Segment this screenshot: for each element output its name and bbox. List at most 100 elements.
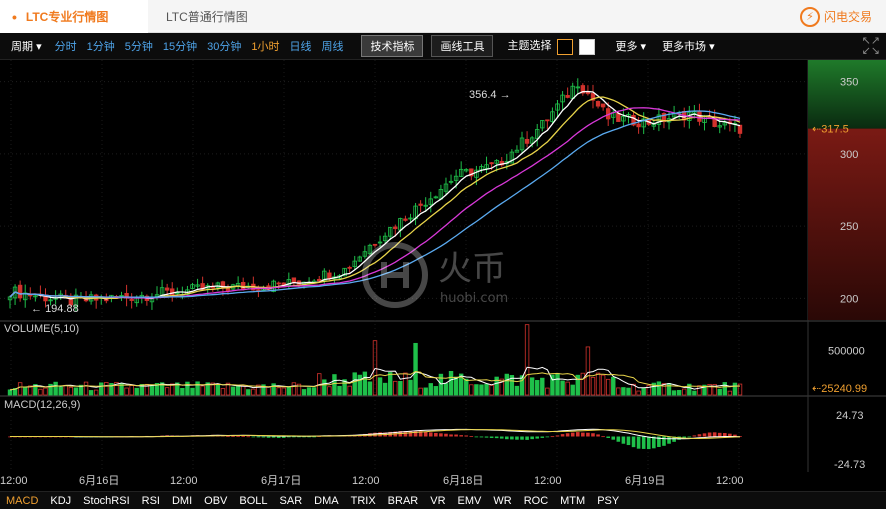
macd-bar (717, 432, 722, 437)
indicator-emv[interactable]: EMV (458, 495, 482, 507)
volume-bar (322, 379, 327, 396)
high-price-value: 356.4 (469, 89, 497, 101)
macd-bar (489, 436, 494, 438)
time-weekly[interactable]: 周线 (321, 38, 343, 54)
more-dropdown[interactable]: 更多 ▾ (615, 38, 646, 54)
theme-dark-swatch[interactable] (557, 38, 574, 55)
indicator-boll[interactable]: BOLL (239, 495, 267, 507)
period-dropdown[interactable]: 周期 ▾ (11, 38, 42, 54)
indicator-trix[interactable]: TRIX (351, 495, 376, 507)
indicator-dmi[interactable]: DMI (172, 495, 192, 507)
indicator-sar[interactable]: SAR (280, 495, 303, 507)
indicator-dma[interactable]: DMA (314, 495, 338, 507)
indicator-rsi[interactable]: RSI (142, 495, 160, 507)
time-15min[interactable]: 15分钟 (163, 38, 197, 54)
candle-body (240, 281, 246, 290)
indicator-psy[interactable]: PSY (597, 495, 619, 507)
volume-bar (311, 387, 317, 396)
macd-bar (444, 433, 448, 437)
macd-bar (581, 432, 585, 437)
macd-bar (484, 436, 489, 438)
volume-bar (337, 385, 342, 396)
volume-bar (413, 342, 418, 396)
volume-bar (656, 381, 662, 396)
volume-bar (464, 378, 469, 396)
macd-bar (631, 436, 636, 448)
indicator-mtm[interactable]: MTM (560, 495, 585, 507)
theme-light-swatch[interactable] (579, 38, 596, 55)
macd-bar (611, 436, 616, 440)
indicator-stochrsi[interactable]: StochRSI (83, 495, 129, 507)
candle-body (418, 203, 423, 206)
indicator-macd[interactable]: MACD (6, 495, 38, 507)
candle-body (545, 119, 550, 122)
volume-bar (570, 384, 575, 396)
time-1min[interactable]: 1分钟 (87, 38, 115, 54)
macd-bar (692, 435, 697, 437)
tab-pro-chart[interactable]: • LTC专业行情图 (0, 0, 148, 33)
volume-bar (286, 386, 292, 396)
drawing-tools-button[interactable]: 画线工具 (431, 35, 494, 57)
volume-bar (621, 387, 626, 396)
volume-bar (88, 390, 94, 396)
current-price-label: ⇠317.5 (812, 124, 849, 136)
time-axis-label: 12:00 (534, 475, 562, 487)
macd-bar (266, 436, 271, 438)
indicator-vr[interactable]: VR (430, 495, 445, 507)
kline-chart[interactable]: VOLUME(5,10) MACD(12,26,9) 356.4 → ← 194… (0, 60, 886, 491)
arrow-left-icon: ← (31, 303, 45, 315)
macd-bar (555, 435, 560, 437)
volume-bar (540, 377, 545, 396)
macd-bar (687, 436, 692, 438)
macd-bar (641, 436, 646, 449)
volume-bar (560, 380, 565, 396)
volume-bar (99, 382, 104, 396)
tech-indicator-button[interactable]: 技术指标 (361, 35, 424, 57)
time-30min[interactable]: 30分钟 (207, 38, 241, 54)
macd-bar (616, 436, 621, 442)
more-markets-dropdown[interactable]: 更多市场 ▾ (662, 38, 715, 54)
volume-bar (367, 381, 373, 396)
time-5min[interactable]: 5分钟 (125, 38, 153, 54)
indicator-wr[interactable]: WR (493, 495, 511, 507)
volume-title: VOLUME(5,10) (4, 323, 79, 335)
candle-body (129, 299, 134, 301)
volume-bar (398, 380, 403, 396)
candle-body (393, 226, 398, 230)
volume-bar (149, 384, 155, 396)
macd-bar (287, 436, 291, 438)
macd-bar (636, 436, 641, 449)
time-fenshi[interactable]: 分时 (55, 38, 77, 54)
indicator-roc[interactable]: ROC (524, 495, 548, 507)
macd-max-label: 24.73 (836, 410, 864, 422)
tab-normal-chart[interactable]: LTC普通行情图 (166, 0, 248, 33)
macd-bar (560, 434, 565, 437)
macd-bar (408, 430, 413, 437)
candle-body (372, 243, 378, 246)
volume-bar (555, 372, 560, 396)
volume-bar (246, 389, 251, 396)
volume-bar (494, 376, 499, 396)
indicator-obv[interactable]: OBV (204, 495, 227, 507)
volume-bar (514, 385, 520, 396)
fullscreen-icon[interactable]: ↖↗ ↙↘ (862, 36, 880, 57)
candle-body (636, 123, 641, 128)
theme-label: 主题选择 (507, 40, 552, 53)
time-1hour[interactable]: 1小时 (251, 38, 279, 54)
volume-bar (529, 377, 535, 396)
macd-bar (236, 436, 240, 437)
time-daily[interactable]: 日线 (289, 38, 311, 54)
flash-trade-link[interactable]: ⚡ 闪电交易 (799, 0, 872, 33)
indicator-brar[interactable]: BRAR (388, 495, 419, 507)
macd-bar (434, 432, 438, 437)
time-axis-label: 6月17日 (261, 475, 301, 487)
current-volume-label: ⇠25240.99 (812, 383, 867, 395)
macd-bar (702, 433, 707, 437)
volume-bar (332, 374, 337, 396)
more-label: 更多 (615, 41, 638, 53)
volume-bar (676, 389, 682, 396)
macd-bar (712, 432, 717, 437)
macd-bar (271, 436, 276, 438)
tab-pro-chart-label: LTC专业行情图 (25, 10, 109, 24)
indicator-kdj[interactable]: KDJ (50, 495, 71, 507)
